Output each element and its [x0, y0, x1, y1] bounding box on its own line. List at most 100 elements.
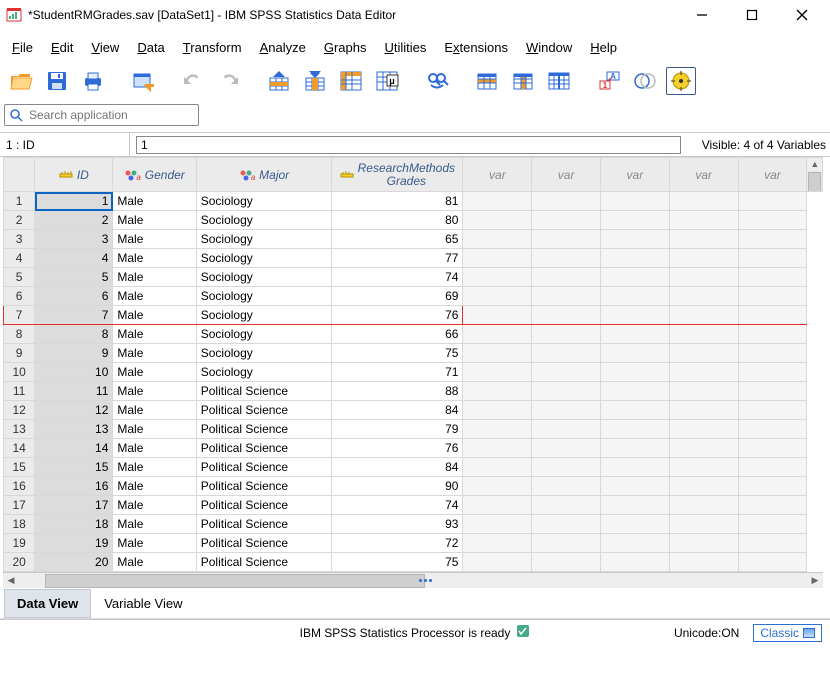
cell-empty[interactable] — [463, 515, 532, 534]
column-header-row[interactable]: ID aGender aMajor ResearchMethodsGrades … — [4, 158, 823, 192]
row-number[interactable]: 17 — [4, 496, 35, 515]
cell-grade[interactable]: 66 — [332, 325, 463, 344]
row-number[interactable]: 8 — [4, 325, 35, 344]
col-header-var[interactable]: var — [669, 158, 738, 192]
scroll-right-arrow[interactable]: ▶ — [807, 574, 823, 588]
cell-empty[interactable] — [463, 382, 532, 401]
undo-button[interactable] — [178, 67, 208, 95]
cell-grade[interactable]: 74 — [332, 496, 463, 515]
cell-empty[interactable] — [601, 458, 670, 477]
cell-gender[interactable]: Male — [113, 344, 196, 363]
cell-id[interactable]: 3 — [35, 230, 113, 249]
cell-major[interactable]: Sociology — [196, 211, 331, 230]
row-number[interactable]: 19 — [4, 534, 35, 553]
horizontal-scroll-thumb[interactable] — [45, 574, 425, 588]
find-button[interactable] — [422, 67, 452, 95]
menu-view[interactable]: View — [85, 38, 125, 57]
cell-empty[interactable] — [669, 382, 738, 401]
cell-empty[interactable] — [601, 401, 670, 420]
cell-empty[interactable] — [532, 534, 601, 553]
cell-gender[interactable]: Male — [113, 306, 196, 325]
cell-empty[interactable] — [463, 363, 532, 382]
cell-value-input[interactable]: 1 — [136, 136, 681, 154]
cell-gender[interactable]: Male — [113, 382, 196, 401]
horizontal-scrollbar[interactable]: ◀ ▶ — [3, 572, 823, 588]
save-button[interactable] — [42, 67, 72, 95]
cell-empty[interactable] — [738, 439, 807, 458]
row-number[interactable]: 10 — [4, 363, 35, 382]
cell-gender[interactable]: Male — [113, 496, 196, 515]
cell-empty[interactable] — [669, 477, 738, 496]
cell-grade[interactable]: 84 — [332, 458, 463, 477]
row-number[interactable]: 6 — [4, 287, 35, 306]
table-row[interactable]: 55MaleSociology74 — [4, 268, 823, 287]
cell-empty[interactable] — [463, 230, 532, 249]
cell-empty[interactable] — [738, 363, 807, 382]
row-number[interactable]: 3 — [4, 230, 35, 249]
cell-empty[interactable] — [669, 192, 738, 211]
table-row[interactable]: 11MaleSociology81 — [4, 192, 823, 211]
col-header-gender[interactable]: aGender — [113, 158, 196, 192]
cell-id[interactable]: 16 — [35, 477, 113, 496]
cell-grade[interactable]: 71 — [332, 363, 463, 382]
menu-data[interactable]: Data — [131, 38, 170, 57]
cell-id[interactable]: 14 — [35, 439, 113, 458]
cell-empty[interactable] — [738, 401, 807, 420]
redo-button[interactable] — [214, 67, 244, 95]
cell-empty[interactable] — [669, 401, 738, 420]
cell-gender[interactable]: Male — [113, 287, 196, 306]
cell-id[interactable]: 1 — [35, 192, 113, 211]
menu-analyze[interactable]: Analyze — [254, 38, 312, 57]
search-input[interactable] — [27, 107, 194, 123]
row-number[interactable]: 11 — [4, 382, 35, 401]
cell-empty[interactable] — [738, 230, 807, 249]
menu-window[interactable]: Window — [520, 38, 578, 57]
row-number[interactable]: 16 — [4, 477, 35, 496]
cell-id[interactable]: 19 — [35, 534, 113, 553]
cell-id[interactable]: 2 — [35, 211, 113, 230]
cell-id[interactable]: 10 — [35, 363, 113, 382]
cell-id[interactable]: 12 — [35, 401, 113, 420]
row-number[interactable]: 15 — [4, 458, 35, 477]
cell-empty[interactable] — [463, 477, 532, 496]
cell-grade[interactable]: 76 — [332, 306, 463, 325]
cell-empty[interactable] — [601, 249, 670, 268]
cell-grade[interactable]: 90 — [332, 477, 463, 496]
cell-major[interactable]: Political Science — [196, 382, 331, 401]
cell-gender[interactable]: Male — [113, 534, 196, 553]
table-row[interactable]: 99MaleSociology75 — [4, 344, 823, 363]
cell-empty[interactable] — [532, 458, 601, 477]
table-row[interactable]: 1313MalePolitical Science79 — [4, 420, 823, 439]
cell-grade[interactable]: 75 — [332, 553, 463, 572]
cell-empty[interactable] — [463, 458, 532, 477]
insert-cases-button[interactable] — [472, 67, 502, 95]
cell-gender[interactable]: Male — [113, 249, 196, 268]
maximize-button[interactable] — [738, 5, 766, 25]
cell-grade[interactable]: 65 — [332, 230, 463, 249]
cell-empty[interactable] — [601, 192, 670, 211]
cell-gender[interactable]: Male — [113, 230, 196, 249]
cell-id[interactable]: 9 — [35, 344, 113, 363]
menu-graphs[interactable]: Graphs — [318, 38, 373, 57]
close-button[interactable] — [788, 5, 816, 25]
cell-empty[interactable] — [738, 382, 807, 401]
cell-grade[interactable]: 88 — [332, 382, 463, 401]
cell-empty[interactable] — [463, 439, 532, 458]
data-grid[interactable]: ID aGender aMajor ResearchMethodsGrades … — [0, 156, 830, 588]
cell-empty[interactable] — [601, 382, 670, 401]
cell-grade[interactable]: 74 — [332, 268, 463, 287]
menu-transform[interactable]: Transform — [177, 38, 248, 57]
cell-id[interactable]: 11 — [35, 382, 113, 401]
cell-major[interactable]: Sociology — [196, 325, 331, 344]
cell-empty[interactable] — [601, 268, 670, 287]
cell-empty[interactable] — [532, 192, 601, 211]
cell-grade[interactable]: 81 — [332, 192, 463, 211]
table-row[interactable]: 1616MalePolitical Science90 — [4, 477, 823, 496]
cell-id[interactable]: 7 — [35, 306, 113, 325]
cell-empty[interactable] — [601, 230, 670, 249]
search-application[interactable] — [4, 104, 199, 126]
cell-empty[interactable] — [532, 268, 601, 287]
cell-empty[interactable] — [669, 534, 738, 553]
minimize-button[interactable] — [688, 5, 716, 25]
cell-empty[interactable] — [738, 515, 807, 534]
